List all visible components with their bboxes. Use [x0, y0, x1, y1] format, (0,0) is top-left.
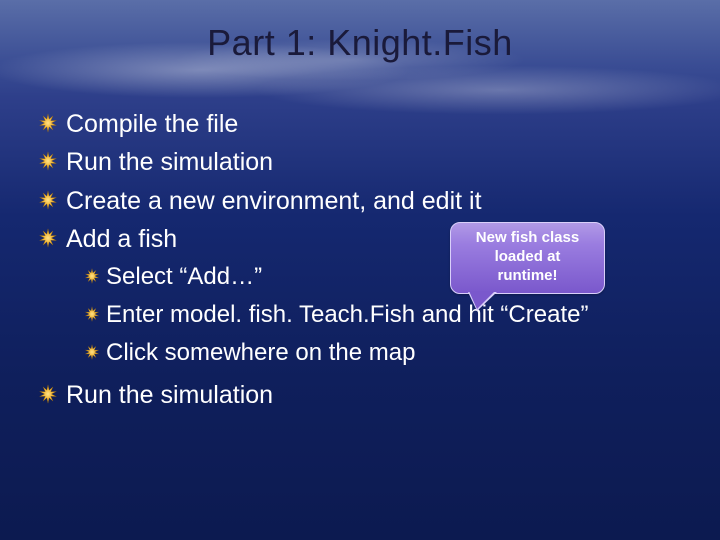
list-item-label: Enter model. fish. Teach.Fish and hit “C…	[106, 297, 588, 333]
starburst-icon	[84, 344, 100, 360]
list-item: Click somewhere on the map	[84, 335, 682, 371]
slide-container: Part 1: Knight.Fish Compile the file Run…	[0, 0, 720, 540]
list-item-label: Run the simulation	[66, 377, 273, 413]
list-item-label: Click somewhere on the map	[106, 335, 415, 371]
list-item-label: Create a new environment, and edit it	[66, 183, 482, 219]
callout-line: runtime!	[459, 267, 596, 286]
starburst-icon	[38, 228, 58, 248]
list-item: Compile the file	[38, 106, 682, 142]
bullet-list-level-1-continued: Run the simulation	[38, 377, 682, 413]
starburst-icon	[38, 151, 58, 171]
list-item-label: Run the simulation	[66, 144, 273, 180]
starburst-icon	[84, 306, 100, 322]
list-item: Create a new environment, and edit it	[38, 183, 682, 219]
starburst-icon	[38, 384, 58, 404]
list-item: Run the simulation	[38, 144, 682, 180]
starburst-icon	[38, 113, 58, 133]
starburst-icon	[84, 268, 100, 284]
list-item-label: Add a fish	[66, 221, 177, 257]
list-item-label: Select “Add…”	[106, 259, 262, 295]
list-item: Run the simulation	[38, 377, 682, 413]
callout-line: loaded at	[459, 248, 596, 267]
list-item-label: Compile the file	[66, 106, 238, 142]
callout-bubble: New fish class loaded at runtime!	[450, 222, 605, 294]
slide-title: Part 1: Knight.Fish	[38, 22, 682, 64]
starburst-icon	[38, 190, 58, 210]
list-item: Enter model. fish. Teach.Fish and hit “C…	[84, 297, 682, 333]
callout-line: New fish class	[459, 229, 596, 248]
